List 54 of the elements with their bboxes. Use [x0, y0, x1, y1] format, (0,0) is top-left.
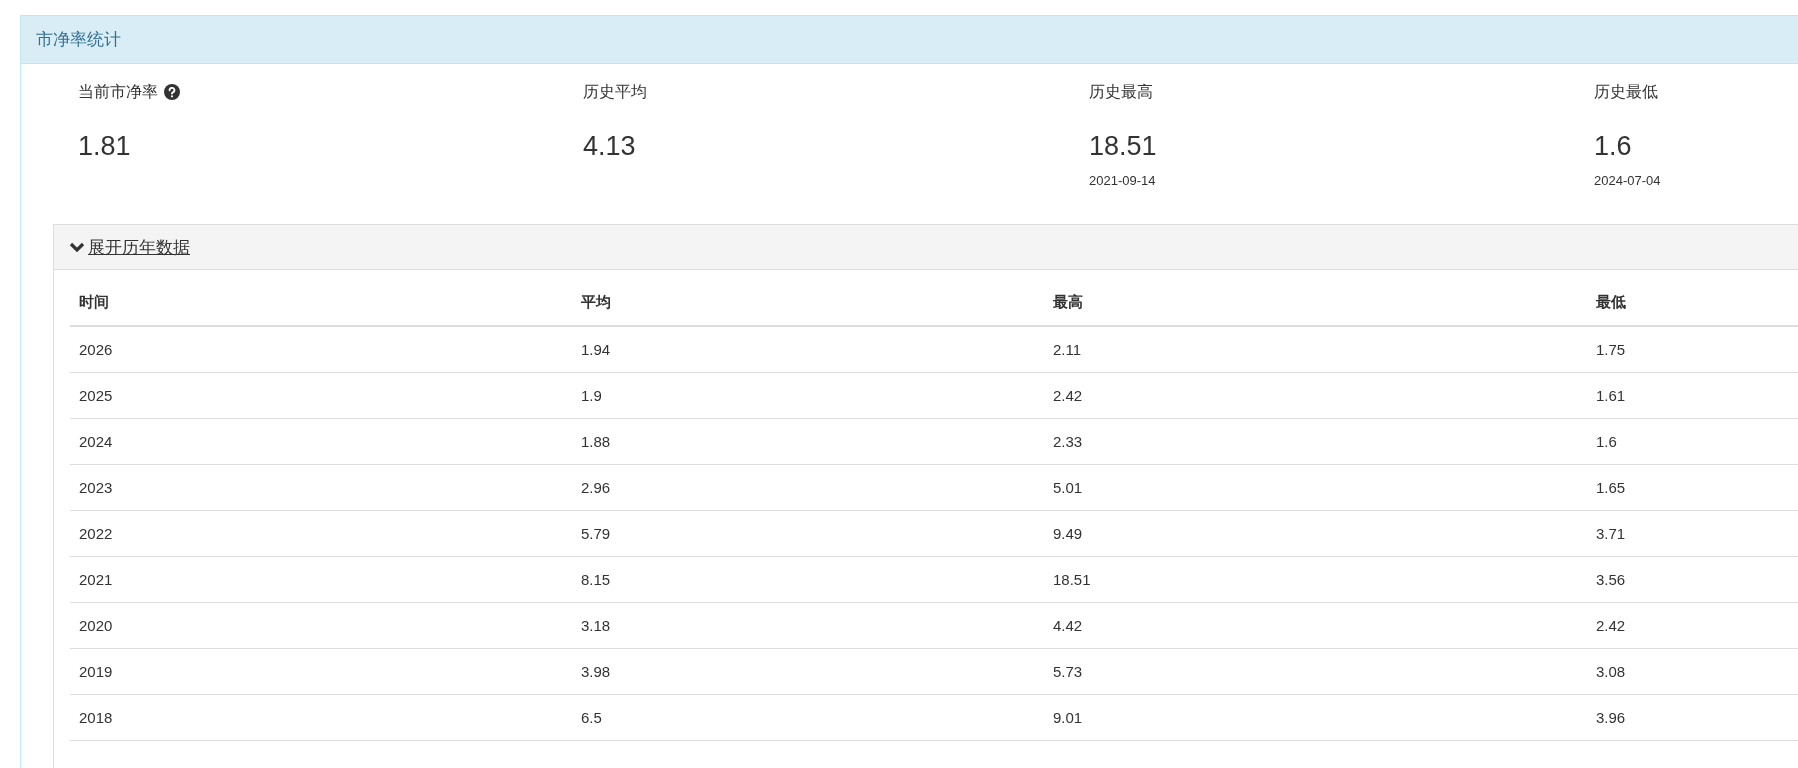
- chevron-icon: [69, 241, 85, 253]
- table-cell: 2025: [79, 387, 113, 404]
- stat-date: 2021-09-14: [1089, 173, 1156, 188]
- stat-label: 历史平均: [583, 81, 647, 102]
- stat-value: 4.13: [583, 130, 636, 163]
- table-cell: 4.42: [1053, 617, 1083, 634]
- panel-title: 市净率统计: [36, 29, 121, 51]
- expand-toggle[interactable]: 展开历年数据: [69, 235, 190, 259]
- table-cell: 2018: [79, 709, 113, 726]
- table-cell: 1.65: [1596, 479, 1626, 496]
- table-cell: 2.33: [1053, 433, 1083, 450]
- table-cell: 1.94: [581, 341, 611, 358]
- stat-value: 1.6: [1594, 130, 1632, 163]
- table-cell: 1.61: [1596, 387, 1626, 404]
- column-header: 平均: [581, 293, 611, 310]
- table-cell: 2023: [79, 479, 113, 496]
- table-cell: 3.56: [1596, 571, 1626, 588]
- table-cell: 2024: [79, 433, 113, 450]
- table-cell: 2022: [79, 525, 113, 542]
- table-cell: 3.71: [1596, 525, 1626, 542]
- table-cell: 9.01: [1053, 709, 1083, 726]
- stat-value: 18.51: [1089, 130, 1157, 163]
- table-cell: 2.11: [1053, 341, 1082, 358]
- column-header: 时间: [79, 293, 109, 310]
- table-cell: 3.08: [1596, 663, 1626, 680]
- help-icon[interactable]: [164, 84, 180, 100]
- column-header: 最高: [1053, 293, 1083, 310]
- table-cell: 5.73: [1053, 663, 1083, 680]
- column-header: 最低: [1596, 293, 1626, 310]
- table-cell: 2.96: [581, 479, 611, 496]
- table-cell: 5.79: [581, 525, 611, 542]
- table-cell: 2026: [79, 341, 113, 358]
- stat-label: 历史最高: [1089, 81, 1153, 102]
- stat-value: 1.81: [78, 130, 131, 163]
- table-cell: 2019: [79, 663, 113, 680]
- table-cell: 1.75: [1596, 341, 1626, 358]
- stat-label: 历史最低: [1594, 81, 1658, 102]
- table-cell: 1.9: [581, 387, 602, 404]
- table-cell: 2.42: [1596, 617, 1626, 634]
- table-cell: 2021: [79, 571, 113, 588]
- table-cell: 9.49: [1053, 525, 1083, 542]
- table-cell: 8.15: [581, 571, 611, 588]
- stat-date: 2024-07-04: [1594, 173, 1661, 188]
- table-cell: 3.18: [581, 617, 611, 634]
- table-cell: 6.5: [581, 709, 602, 726]
- table-cell: 2.42: [1053, 387, 1083, 404]
- table-cell: 3.96: [1596, 709, 1626, 726]
- table-cell: 5.01: [1053, 479, 1083, 496]
- table-cell: 18.51: [1053, 571, 1091, 588]
- stat-label: 当前市净率: [78, 81, 158, 102]
- table-cell: 1.88: [581, 433, 611, 450]
- table-cell: 2020: [79, 617, 113, 634]
- table-cell: 3.98: [581, 663, 611, 680]
- table-cell: 1.6: [1596, 433, 1617, 450]
